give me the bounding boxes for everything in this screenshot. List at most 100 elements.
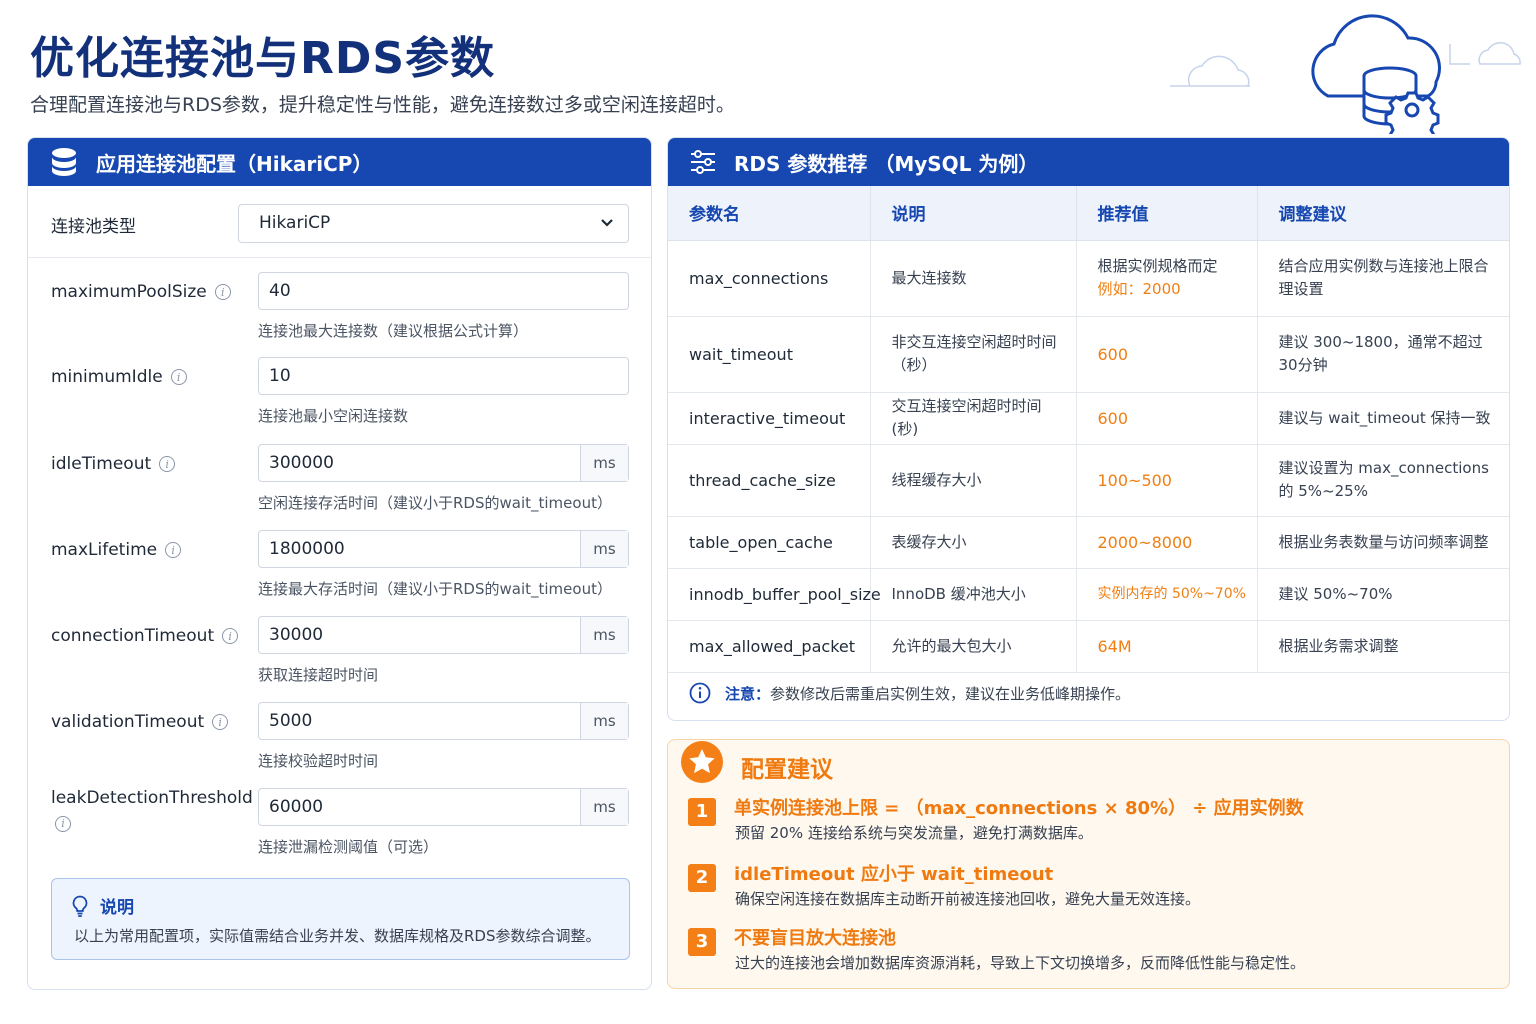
value-example: 例如：2000 — [1097, 280, 1181, 298]
info-icon[interactable]: i — [222, 628, 239, 644]
pool-type-label: 连接池类型 — [51, 217, 136, 237]
param-row-connectiontimeout: connectionTimeout i 30000 ms 获取连接超时时间 — [28, 616, 651, 702]
param-name: validationTimeout — [51, 712, 205, 732]
idletimeout-input[interactable]: 300000 ms — [258, 444, 629, 482]
info-icon[interactable]: i — [212, 714, 229, 730]
info-icon[interactable]: i — [214, 284, 231, 300]
param-advice-cell: 结合应用实例数与连接池上限合理设置 — [1257, 240, 1509, 317]
param-label: connectionTimeout i — [51, 626, 239, 646]
info-icon[interactable]: i — [170, 369, 187, 385]
input-value: 5000 — [269, 711, 313, 731]
info-icon[interactable]: i — [165, 542, 182, 558]
connection-pool-panel: 应用连接池配置（HikariCP） 连接池类型 HikariCP maximum… — [27, 137, 652, 990]
connection-pool-panel-title: 应用连接池配置（HikariCP） — [96, 151, 373, 176]
lightbulb-icon — [72, 895, 88, 917]
input-value: 1800000 — [269, 539, 345, 559]
note-text: 参数修改后需重启实例生效，建议在业务低峰期操作。 — [770, 684, 1131, 703]
rds-params-panel-title: RDS 参数推荐 （MySQL 为例） — [734, 151, 1039, 176]
maxlifetime-input[interactable]: 1800000 ms — [258, 530, 629, 568]
param-help: 连接最大存活时间（建议小于RDS的wait_timeout） — [258, 580, 612, 598]
param-label: leakDetectionThreshold i — [51, 785, 253, 837]
table-note: 注意：参数修改后需重启实例生效，建议在业务低峰期操作。 — [689, 682, 1130, 704]
param-label: maxLifetime i — [51, 540, 182, 560]
param-value-cell: 根据实例规格而定 例如：2000 — [1076, 240, 1258, 317]
param-label: maximumPoolSize i — [51, 282, 231, 302]
maximumpoolsize-input[interactable]: 40 — [258, 272, 629, 310]
unit-label: ms — [580, 789, 628, 825]
config-advice-panel: 配置建议 1 单实例连接池上限 = （max_connections × 80%… — [667, 739, 1510, 989]
input-value: 300000 — [269, 453, 334, 473]
rds-params-panel: RDS 参数推荐 （MySQL 为例） 参数名 说明 推荐值 调整建议 max_… — [667, 137, 1510, 721]
param-row-maxlifetime: maxLifetime i 1800000 ms 连接最大存活时间（建议小于RDS的… — [28, 530, 651, 616]
info-icon[interactable]: i — [159, 456, 176, 472]
param-label: minimumIdle i — [51, 367, 187, 387]
param-label: validationTimeout i — [51, 712, 229, 732]
param-desc-cell: 非交互连接空闲超时时间（秒） — [870, 316, 1077, 393]
param-label: idleTimeout i — [51, 454, 176, 474]
param-value-cell: 600 — [1076, 392, 1258, 445]
param-advice-cell: 建议与 wait_timeout 保持一致 — [1257, 392, 1509, 445]
table-row: innodb_buffer_pool_size InnoDB 缓冲池大小 实例内… — [668, 568, 1509, 621]
table-header-row: 参数名 说明 推荐值 调整建议 — [668, 186, 1509, 241]
column-header: 参数名 — [668, 186, 871, 241]
advice-title: 配置建议 — [741, 757, 833, 783]
column-header: 说明 — [870, 186, 1077, 241]
pool-type-row: 连接池类型 HikariCP — [28, 186, 651, 258]
advice-number-badge: 3 — [688, 928, 716, 956]
param-help: 连接校验超时时间 — [258, 752, 379, 770]
param-advice-cell: 建议设置为 max_connections 的 5%~25% — [1257, 444, 1509, 517]
param-name: maxLifetime — [51, 540, 158, 560]
param-row-maximumpoolsize: maximumPoolSize i 40 连接池最大连接数（建议根据公式计算） — [28, 272, 651, 358]
param-name: maximumPoolSize — [51, 282, 207, 302]
unit-label: ms — [580, 531, 628, 567]
connection-pool-panel-header: 应用连接池配置（HikariCP） — [28, 138, 651, 186]
input-value: 30000 — [269, 625, 324, 645]
param-name-cell: table_open_cache — [668, 516, 871, 569]
param-help: 空闲连接存活时间（建议小于RDS的wait_timeout） — [258, 494, 612, 512]
sliders-icon — [691, 150, 715, 174]
input-value: 10 — [269, 366, 291, 386]
explanation-note: 说明 以上为常用配置项，实际值需结合业务并发、数据库规格及RDS参数综合调整。 — [51, 878, 630, 960]
param-help: 获取连接超时时间 — [258, 666, 379, 684]
validationtimeout-input[interactable]: 5000 ms — [258, 702, 629, 740]
advice-number-badge: 1 — [688, 798, 716, 826]
pool-type-select[interactable]: HikariCP — [238, 204, 629, 243]
input-value: 40 — [269, 281, 291, 301]
info-icon[interactable]: i — [55, 816, 71, 832]
info-icon — [689, 682, 711, 704]
param-name: idleTimeout — [51, 454, 152, 474]
chevron-down-icon — [601, 219, 613, 227]
cloud-database-gear-icon — [1170, 14, 1521, 134]
param-row-idletimeout: idleTimeout i 300000 ms 空闲连接存活时间（建议小于RDS的w… — [28, 444, 651, 530]
advice-heading: 单实例连接池上限 = （max_connections × 80%） ÷ 应用实… — [734, 798, 1304, 819]
param-help: 连接池最小空闲连接数 — [258, 407, 409, 425]
param-desc-cell: 最大连接数 — [870, 240, 1077, 317]
unit-label: ms — [580, 703, 628, 739]
param-advice-cell: 根据业务表数量与访问频率调整 — [1257, 516, 1509, 569]
connectiontimeout-input[interactable]: 30000 ms — [258, 616, 629, 654]
table-row: thread_cache_size 线程缓存大小 100~500 建议设置为 m… — [668, 444, 1509, 517]
minimumidle-input[interactable]: 10 — [258, 357, 629, 395]
param-value-cell: 64M — [1076, 620, 1258, 673]
table-row: max_connections 最大连接数 根据实例规格而定 例如：2000 结合… — [668, 240, 1509, 317]
note-text: 以上为常用配置项，实际值需结合业务并发、数据库规格及RDS参数综合调整。 — [74, 927, 601, 945]
advice-description: 确保空闲连接在数据库主动断开前被连接池回收，避免大量无效连接。 — [735, 890, 1201, 908]
param-help: 连接池最大连接数（建议根据公式计算） — [258, 322, 529, 340]
advice-description: 过大的连接池会增加数据库资源消耗，导致上下文切换增多，反而降低性能与稳定性。 — [735, 954, 1306, 972]
param-desc-cell: 线程缓存大小 — [870, 444, 1077, 517]
leakdetectionthreshold-input[interactable]: 60000 ms — [258, 788, 629, 826]
note-title-text: 说明 — [100, 898, 134, 918]
param-row-leakdetectionthreshold: leakDetectionThreshold i 60000 ms 连接泄漏检测阈值… — [28, 788, 651, 874]
unit-label: ms — [580, 617, 628, 653]
param-desc-cell: 允许的最大包大小 — [870, 620, 1077, 673]
param-value-cell: 2000~8000 — [1076, 516, 1258, 569]
table-row: table_open_cache 表缓存大小 2000~8000 根据业务表数量… — [668, 516, 1509, 569]
pool-type-value: HikariCP — [259, 213, 331, 233]
param-desc-cell: 交互连接空闲超时时间(秒) — [870, 392, 1077, 445]
param-name-cell: thread_cache_size — [668, 444, 871, 517]
param-advice-cell: 建议 50%~70% — [1257, 568, 1509, 621]
table-row: interactive_timeout 交互连接空闲超时时间(秒) 600 建议… — [668, 392, 1509, 445]
advice-heading: idleTimeout 应小于 wait_timeout — [734, 864, 1054, 885]
page-title: 优化连接池与RDS参数 — [30, 33, 496, 84]
param-advice-cell: 根据业务需求调整 — [1257, 620, 1509, 673]
